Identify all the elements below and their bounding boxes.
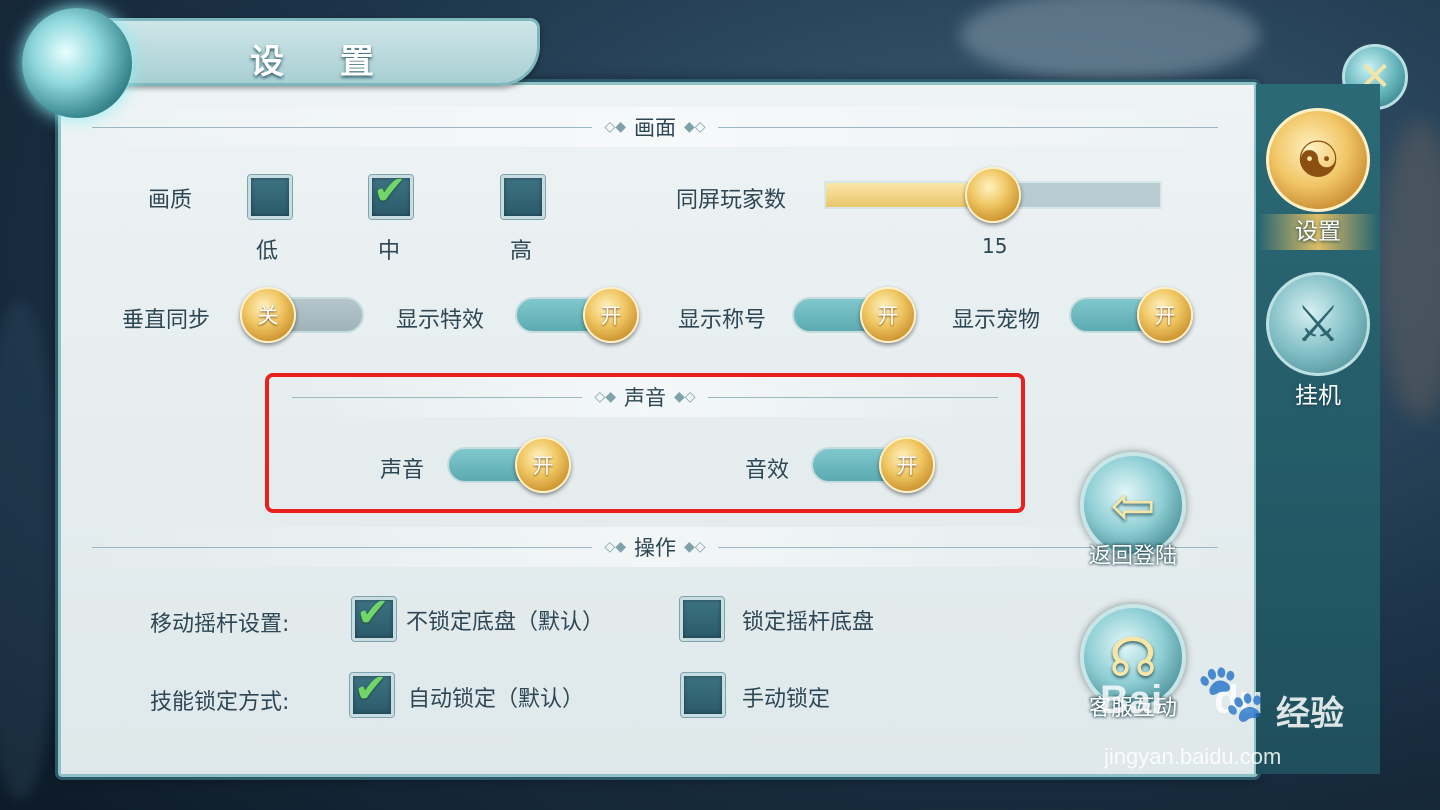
- quality-high-label: 高: [510, 239, 533, 264]
- skill-lock-label: 技能锁定方式:: [150, 690, 290, 715]
- background-figure: [1380, 120, 1440, 420]
- quality-medium-checkbox[interactable]: ✔: [369, 168, 413, 219]
- quality-high-checkbox[interactable]: [501, 175, 545, 219]
- effects-label: 显示特效: [396, 308, 485, 333]
- titles-toggle[interactable]: 开: [792, 287, 916, 343]
- slider-handle[interactable]: [965, 167, 1021, 223]
- quality-low-checkbox[interactable]: [248, 175, 292, 219]
- background-snow: [960, 0, 1260, 80]
- vsync-toggle[interactable]: 关: [240, 287, 364, 343]
- section-graphics-title: 画面: [634, 116, 676, 140]
- toggle-knob: 开: [1137, 287, 1193, 343]
- yin-yang-gear-icon: ☯: [1266, 108, 1370, 212]
- joystick-unlocked-label: 不锁定底盘（默认）: [406, 610, 605, 635]
- joystick-unlocked-checkbox[interactable]: ✔: [352, 590, 396, 641]
- skill-auto-checkbox[interactable]: ✔: [350, 666, 394, 717]
- titles-label: 显示称号: [678, 308, 767, 333]
- section-controls-title: 操作: [634, 536, 676, 560]
- toggle-knob: 关: [240, 287, 296, 343]
- quality-label: 画质: [148, 188, 193, 213]
- crossed-swords-icon: ⚔: [1266, 272, 1370, 376]
- checkmark-icon: ✔: [354, 666, 388, 712]
- pets-toggle[interactable]: 开: [1069, 287, 1193, 343]
- title-orb-icon: [22, 8, 132, 118]
- quality-medium-label: 中: [378, 239, 401, 264]
- diamond-right-icon: ◆◇: [684, 119, 706, 135]
- tab-settings-label: 设置: [1258, 214, 1378, 250]
- tab-auto-battle[interactable]: ⚔ 挂机: [1258, 272, 1378, 412]
- players-count-label: 同屏玩家数: [676, 188, 787, 213]
- skill-manual-checkbox[interactable]: [681, 673, 725, 717]
- tab-auto-battle-label: 挂机: [1295, 383, 1341, 409]
- toggle-knob: 开: [583, 287, 639, 343]
- effects-toggle[interactable]: 开: [515, 287, 639, 343]
- joystick-locked-label: 锁定摇杆底盘: [742, 610, 875, 635]
- diamond-right-icon: ◆◇: [684, 539, 706, 555]
- customer-service-label: 客服互动: [1088, 696, 1177, 721]
- tab-settings[interactable]: ☯ 设置: [1258, 108, 1378, 258]
- checkmark-icon: ✔: [373, 168, 407, 214]
- return-login-label: 返回登陆: [1088, 544, 1177, 569]
- toggle-knob: 开: [860, 287, 916, 343]
- section-controls: ◇◆ 操作 ◆◇: [80, 527, 1230, 567]
- joystick-locked-checkbox[interactable]: [680, 597, 724, 641]
- joystick-label: 移动摇杆设置:: [150, 612, 290, 637]
- page-title: 设 置: [250, 42, 396, 82]
- vsync-label: 垂直同步: [122, 308, 211, 333]
- customer-service-button[interactable]: ☊ 客服互动: [1080, 604, 1190, 734]
- skill-auto-label: 自动锁定（默认）: [408, 687, 585, 712]
- quality-low-label: 低: [256, 239, 279, 264]
- diamond-left-icon: ◇◆: [604, 119, 626, 135]
- highlight-box: [265, 373, 1025, 513]
- players-count-value: 15: [982, 234, 1008, 258]
- diamond-left-icon: ◇◆: [604, 539, 626, 555]
- checkmark-icon: ✔: [356, 590, 390, 636]
- section-graphics: ◇◆ 画面 ◆◇: [80, 107, 1230, 147]
- pets-label: 显示宠物: [952, 308, 1041, 333]
- return-login-button[interactable]: ⇦ 返回登陆: [1080, 452, 1190, 582]
- skill-manual-label: 手动锁定: [742, 687, 831, 712]
- background-rock: [0, 300, 60, 800]
